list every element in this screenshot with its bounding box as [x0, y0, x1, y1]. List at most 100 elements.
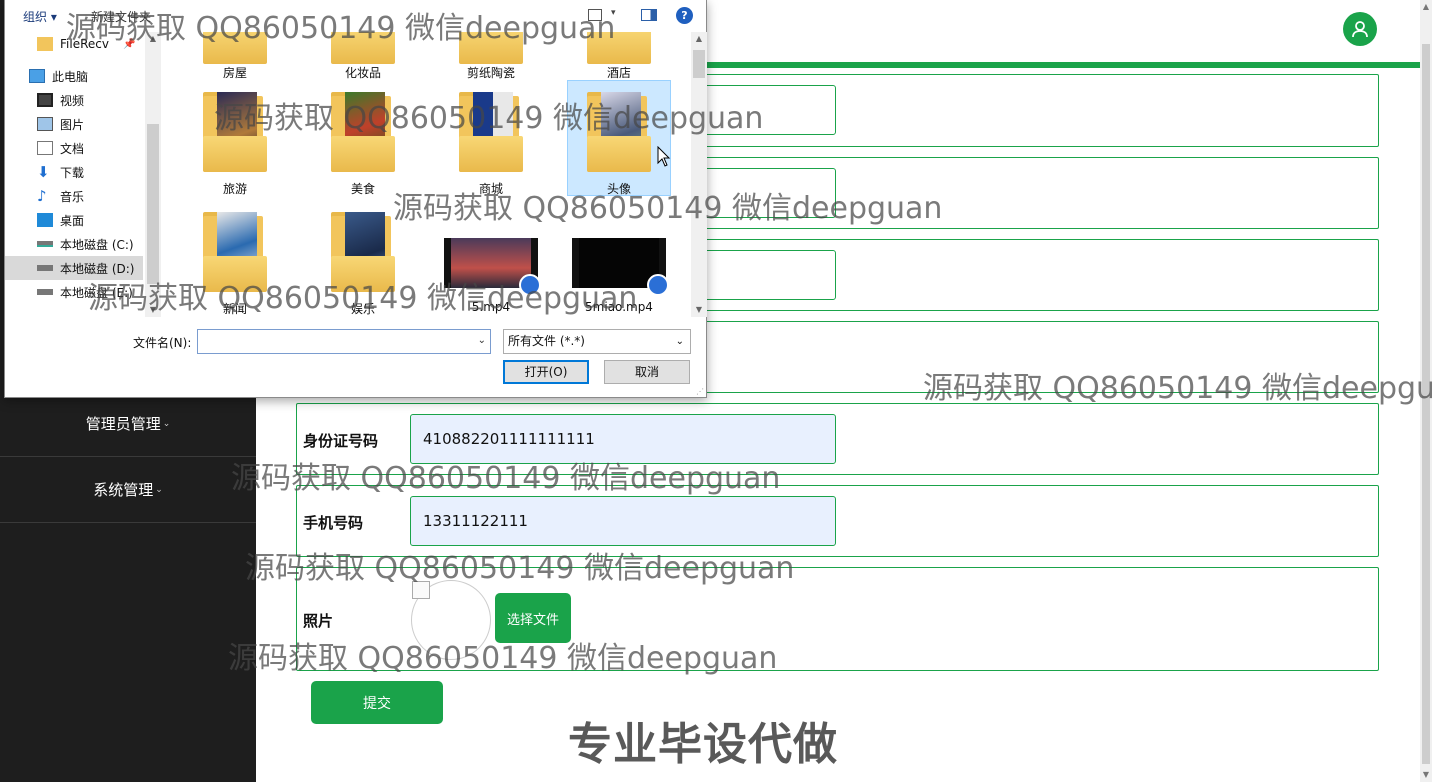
nav-item-videos[interactable]: 视频	[5, 88, 143, 112]
file-item-folder[interactable]: 剪纸陶瓷	[439, 32, 543, 81]
drive-icon	[37, 241, 53, 247]
filename-input[interactable]: ⌄	[197, 329, 491, 354]
nav-label: 图片	[60, 117, 85, 132]
video-thumbnail-icon	[444, 238, 541, 296]
folder-icon	[203, 212, 267, 292]
nav-label: 本地磁盘 (E:)	[60, 285, 133, 300]
filename-label: 文件名(N):	[133, 336, 192, 350]
sidebar-item-admin-management[interactable]: 管理员管理 ⌄	[0, 391, 256, 457]
file-name: 头像	[606, 182, 631, 196]
drive-icon	[37, 265, 53, 271]
folder-icon	[331, 32, 395, 64]
scrollbar-thumb[interactable]	[147, 124, 159, 284]
file-name: 商城	[478, 182, 503, 196]
photo-label: 照片	[303, 612, 334, 630]
music-icon: ♪	[37, 187, 47, 205]
page-scrollbar[interactable]: ▲ ▼	[1420, 0, 1432, 782]
new-folder-button[interactable]: 新建文件夹	[91, 8, 151, 25]
file-item-folder[interactable]: 房屋	[183, 32, 287, 81]
scroll-down-icon[interactable]: ▼	[1420, 768, 1432, 782]
desktop-icon	[37, 213, 53, 227]
folder-icon	[331, 212, 395, 292]
id-card-value: 410882201111111111	[423, 430, 595, 448]
nav-label: 桌面	[60, 213, 85, 228]
folder-icon	[587, 32, 651, 64]
help-icon[interactable]: ?	[676, 7, 693, 24]
scroll-up-icon[interactable]: ▲	[691, 32, 707, 46]
file-list-scrollbar[interactable]: ▲ ▼	[691, 32, 707, 317]
id-card-input[interactable]: 410882201111111111	[410, 414, 836, 464]
file-item-folder[interactable]: 化妆品	[311, 32, 415, 81]
file-item-folder[interactable]: 新闻	[183, 212, 287, 317]
nav-item-this-pc[interactable]: 此电脑	[5, 64, 143, 88]
nav-item-desktop[interactable]: 桌面	[5, 208, 143, 232]
file-item-folder[interactable]: 酒店	[567, 32, 671, 81]
user-avatar-icon[interactable]	[1343, 12, 1377, 46]
file-name: 娱乐	[350, 302, 375, 316]
nav-scrollbar[interactable]: ▲ ▼	[145, 32, 161, 317]
file-type-select[interactable]: 所有文件 (*.*) ⌄	[503, 329, 691, 354]
file-name: 剪纸陶瓷	[466, 66, 515, 80]
organize-menu[interactable]: 组织 ▾	[23, 8, 57, 25]
file-item-folder[interactable]: 商城	[439, 92, 543, 197]
nav-label: 音乐	[60, 189, 85, 204]
nav-item-pictures[interactable]: 图片	[5, 112, 143, 136]
nav-item-drive-d[interactable]: 本地磁盘 (D:)	[5, 256, 143, 280]
chevron-down-icon[interactable]: ⌄	[478, 335, 486, 346]
file-item-video[interactable]: 5miao.mp4	[567, 238, 671, 314]
choose-file-button[interactable]: 选择文件	[495, 593, 571, 643]
folder-icon	[203, 32, 267, 64]
file-name: 美食	[350, 182, 375, 196]
nav-item-filerecv[interactable]: FileRecv 📌	[5, 32, 143, 56]
file-item-folder-selected[interactable]: 头像	[567, 80, 671, 196]
nav-label: FileRecv	[60, 37, 109, 51]
dialog-toolbar: 组织 ▾ 新建文件夹 ▾ ?	[5, 0, 706, 32]
scrollbar-thumb[interactable]	[693, 50, 705, 78]
folder-icon	[331, 92, 395, 172]
chevron-down-icon[interactable]: ▾	[611, 8, 616, 18]
nav-label: 本地磁盘 (C:)	[60, 237, 134, 252]
nav-item-documents[interactable]: 文档	[5, 136, 143, 160]
scrollbar-thumb[interactable]	[1422, 44, 1430, 764]
nav-item-music[interactable]: ♪ 音乐	[5, 184, 143, 208]
nav-item-drive-c[interactable]: 本地磁盘 (C:)	[5, 232, 143, 256]
phone-label: 手机号码	[303, 514, 364, 532]
phone-input[interactable]: 13311122111	[410, 496, 836, 546]
video-library-icon	[37, 93, 53, 107]
file-name: 旅游	[222, 182, 247, 196]
folder-icon	[203, 92, 267, 172]
preview-pane-icon[interactable]	[641, 9, 657, 21]
scroll-down-icon[interactable]: ▼	[691, 303, 707, 317]
file-item-folder[interactable]: 娱乐	[311, 212, 415, 317]
file-name: 化妆品	[344, 66, 381, 80]
file-name: 5.mp4	[471, 300, 511, 314]
nav-item-downloads[interactable]: ⬇ 下载	[5, 160, 143, 184]
open-button[interactable]: 打开(O)	[503, 360, 589, 384]
broken-image-icon	[412, 581, 430, 599]
submit-button[interactable]: 提交	[311, 681, 443, 724]
chevron-down-icon: ⌄	[162, 418, 171, 429]
folder-icon	[459, 32, 523, 64]
scroll-down-icon[interactable]: ▼	[145, 303, 161, 317]
file-list: 房屋 化妆品 剪纸陶瓷 酒店 旅游 美食 商城 头像 新闻 娱乐 5.mp4 5…	[161, 32, 691, 317]
sidebar-item-system-management[interactable]: 系统管理 ⌄	[0, 457, 256, 523]
nav-label: 本地磁盘 (D:)	[60, 261, 135, 276]
computer-icon	[29, 69, 45, 83]
file-item-folder[interactable]: 旅游	[183, 92, 287, 197]
form-row-id-card: 身份证号码 410882201111111111	[296, 403, 1379, 475]
file-item-video[interactable]: 5.mp4	[439, 238, 543, 314]
scroll-up-icon[interactable]: ▲	[145, 32, 161, 46]
id-card-label: 身份证号码	[303, 432, 379, 450]
folder-icon	[37, 37, 53, 51]
video-thumbnail-icon	[572, 238, 669, 296]
scroll-up-icon[interactable]: ▲	[1420, 0, 1432, 14]
nav-label: 文档	[60, 141, 85, 156]
nav-item-drive-e[interactable]: 本地磁盘 (E:)	[5, 280, 143, 304]
file-item-folder[interactable]: 美食	[311, 92, 415, 197]
cancel-button[interactable]: 取消	[604, 360, 690, 384]
media-player-badge-icon	[519, 274, 541, 296]
file-name: 5miao.mp4	[585, 300, 653, 314]
document-library-icon	[37, 141, 53, 155]
view-options-icon[interactable]	[588, 9, 602, 21]
resize-grip-icon[interactable]: ⋰	[696, 387, 704, 396]
